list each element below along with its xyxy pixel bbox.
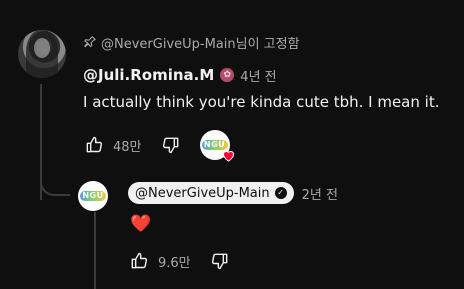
reply-author: @NeverGiveUp-Main (135, 185, 270, 201)
pinned-text: @NeverGiveUp-Main님이 고정함 (101, 36, 300, 52)
reply-like-count: 9.6만 (158, 255, 191, 271)
thumbs-up-icon (86, 136, 103, 153)
check-icon: ✓ (274, 187, 287, 199)
comment-text: I actually think you're kinda cute tbh. … (83, 93, 440, 111)
reply-actions: 9.6만 (128, 248, 231, 274)
like-count: 48만 (113, 139, 142, 155)
comment-header: @Juli.Romina.M ✿ 4년 전 (83, 64, 277, 86)
pinned-indicator: @NeverGiveUp-Main님이 고정함 (83, 33, 300, 52)
reply-header: @NeverGiveUp-Main ✓ 2년 전 (128, 181, 338, 205)
comment-actions: 48만 NGU (83, 128, 234, 162)
thumbs-down-icon (211, 253, 228, 270)
comment-timestamp[interactable]: 4년 전 (240, 66, 276, 85)
reply-like-button[interactable] (128, 250, 150, 272)
member-badge-icon: ✿ (220, 68, 235, 82)
commenter-avatar[interactable] (18, 30, 66, 78)
thread-connector (40, 174, 70, 196)
reply-thread-line (94, 212, 96, 289)
thumbs-down-icon (162, 137, 178, 154)
comment-author[interactable]: @Juli.Romina.M (83, 66, 214, 84)
channel-owner-chip[interactable]: @NeverGiveUp-Main ✓ (128, 182, 294, 204)
reply-text: ❤️ (130, 214, 152, 234)
creator-heart[interactable]: NGU (199, 130, 234, 162)
dislike-button[interactable] (160, 134, 182, 156)
reply-author-avatar[interactable]: NGU (78, 181, 108, 211)
reply-dislike-button[interactable] (209, 250, 231, 272)
reply-timestamp[interactable]: 2년 전 (302, 184, 338, 203)
thumbs-up-icon (131, 252, 148, 269)
pin-icon (83, 35, 97, 49)
like-button[interactable] (83, 134, 105, 156)
heart-icon (221, 148, 236, 163)
